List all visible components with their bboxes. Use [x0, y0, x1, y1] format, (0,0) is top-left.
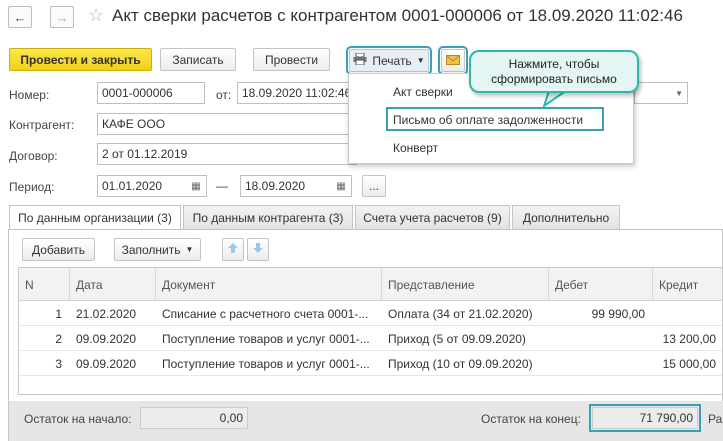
fill-label: Заполнить: [121, 242, 181, 257]
menu-item-reconciliation-act[interactable]: Акт сверки: [393, 85, 453, 99]
reconciliation-table: N Дата Документ Представление Дебет Кред…: [18, 267, 723, 395]
table-row[interactable]: 2 09.09.2020 Поступление товаров и услуг…: [19, 326, 722, 351]
difference-label: Ра: [708, 412, 723, 426]
post-button[interactable]: Провести: [253, 48, 330, 71]
email-button[interactable]: [438, 46, 468, 75]
menu-item-envelope[interactable]: Конверт: [393, 141, 438, 155]
arrow-left-icon: ←: [13, 9, 27, 25]
printer-icon: [353, 52, 367, 68]
tab-organization[interactable]: По данным организации (3): [9, 205, 181, 230]
row-debit: 99 990,00: [591, 306, 645, 321]
dropdown-arrow-icon: ▼: [416, 56, 425, 65]
period-label: Период:: [9, 180, 55, 194]
move-down-button[interactable]: [247, 238, 269, 261]
table-row[interactable]: 1 21.02.2020 Списание с расчетного счета…: [19, 301, 722, 326]
menu-item-payment-letter[interactable]: Письмо об оплате задолженности: [386, 107, 604, 131]
arrow-right-icon: →: [55, 9, 69, 25]
row-date: 09.09.2020: [76, 356, 137, 371]
end-balance-label: Остаток на конец:: [481, 412, 581, 426]
table-row[interactable]: 3 09.09.2020 Поступление товаров и услуг…: [19, 351, 722, 376]
back-button[interactable]: ←: [8, 6, 32, 28]
print-label: Печать: [372, 53, 412, 68]
menu-item-payment-letter-label: Письмо об оплате задолженности: [393, 113, 584, 127]
row-number: 1: [55, 306, 62, 321]
contract-field[interactable]: 2 от 01.12.2019: [97, 143, 357, 165]
row-document: Списание с расчетного счета 0001-...: [162, 306, 369, 321]
column-header-debit[interactable]: Дебет: [549, 268, 653, 301]
contractor-label: Контрагент:: [9, 118, 75, 132]
envelope-icon: [446, 54, 460, 68]
table-header: N Дата Документ Представление Дебет Кред…: [19, 268, 722, 301]
row-debit: [549, 351, 653, 376]
period-select-button[interactable]: ...: [362, 175, 386, 197]
tooltip-line-1: Нажмите, чтобы: [508, 57, 600, 71]
tab-accounts[interactable]: Счета учета расчетов (9): [355, 205, 510, 229]
date-field-tail[interactable]: ▼: [634, 82, 688, 104]
window-title: Акт сверки расчетов с контрагентом 0001-…: [112, 6, 683, 25]
column-header-date[interactable]: Дата: [70, 268, 156, 301]
date-field[interactable]: 18.09.2020 11:02:46: [237, 82, 357, 104]
calendar-icon[interactable]: ▦: [332, 176, 350, 196]
chevron-down-icon: ▼: [675, 88, 683, 98]
end-balance-field: 71 790,00: [589, 404, 701, 432]
column-header-document[interactable]: Документ: [156, 268, 382, 301]
row-document: Поступление товаров и услуг 0001-...: [162, 331, 370, 346]
row-representation: Оплата (34 от 21.02.2020): [388, 306, 533, 321]
number-field[interactable]: 0001-000006: [97, 82, 205, 104]
save-button[interactable]: Записать: [160, 48, 236, 71]
arrow-up-icon: [227, 242, 239, 257]
start-balance-field: 0,00: [140, 407, 248, 429]
move-up-button[interactable]: [222, 238, 244, 261]
row-credit: 13 200,00: [662, 331, 716, 346]
period-dash: —: [216, 179, 228, 193]
number-label: Номер:: [9, 88, 50, 102]
post-and-close-button[interactable]: Провести и закрыть: [9, 48, 152, 71]
column-header-n[interactable]: N: [19, 268, 70, 301]
forward-button[interactable]: →: [50, 6, 74, 28]
row-date: 09.09.2020: [76, 331, 137, 346]
tooltip-callout: Нажмите, чтобы сформировать письмо: [469, 50, 639, 93]
row-date: 21.02.2020: [76, 306, 137, 321]
favorite-star-icon[interactable]: ☆: [88, 5, 104, 26]
print-button[interactable]: Печать ▼: [346, 46, 432, 75]
contractor-field[interactable]: КАФЕ ООО: [97, 113, 357, 135]
row-credit: [653, 301, 722, 326]
arrow-down-icon: [252, 242, 264, 257]
column-header-representation[interactable]: Представление: [382, 268, 549, 301]
fill-button[interactable]: Заполнить ▼: [114, 238, 201, 261]
contract-label: Договор:: [9, 149, 58, 163]
row-debit: [549, 326, 653, 351]
tab-contractor[interactable]: По данным контрагента (3): [183, 205, 353, 229]
column-header-credit[interactable]: Кредит: [653, 268, 722, 301]
tooltip-line-2: сформировать письмо: [491, 72, 617, 86]
row-representation: Приход (10 от 09.09.2020): [388, 356, 533, 371]
add-button[interactable]: Добавить: [22, 238, 95, 261]
tab-additional[interactable]: Дополнительно: [512, 205, 620, 229]
calendar-icon[interactable]: ▦: [187, 176, 205, 196]
row-number: 2: [55, 331, 62, 346]
row-document: Поступление товаров и услуг 0001-...: [162, 356, 370, 371]
dropdown-arrow-icon: ▼: [185, 245, 194, 254]
row-representation: Приход (5 от 09.09.2020): [388, 331, 526, 346]
row-credit: 15 000,00: [662, 356, 716, 371]
date-label: от:: [216, 88, 232, 102]
row-number: 3: [55, 356, 62, 371]
start-balance-label: Остаток на начало:: [24, 412, 132, 426]
